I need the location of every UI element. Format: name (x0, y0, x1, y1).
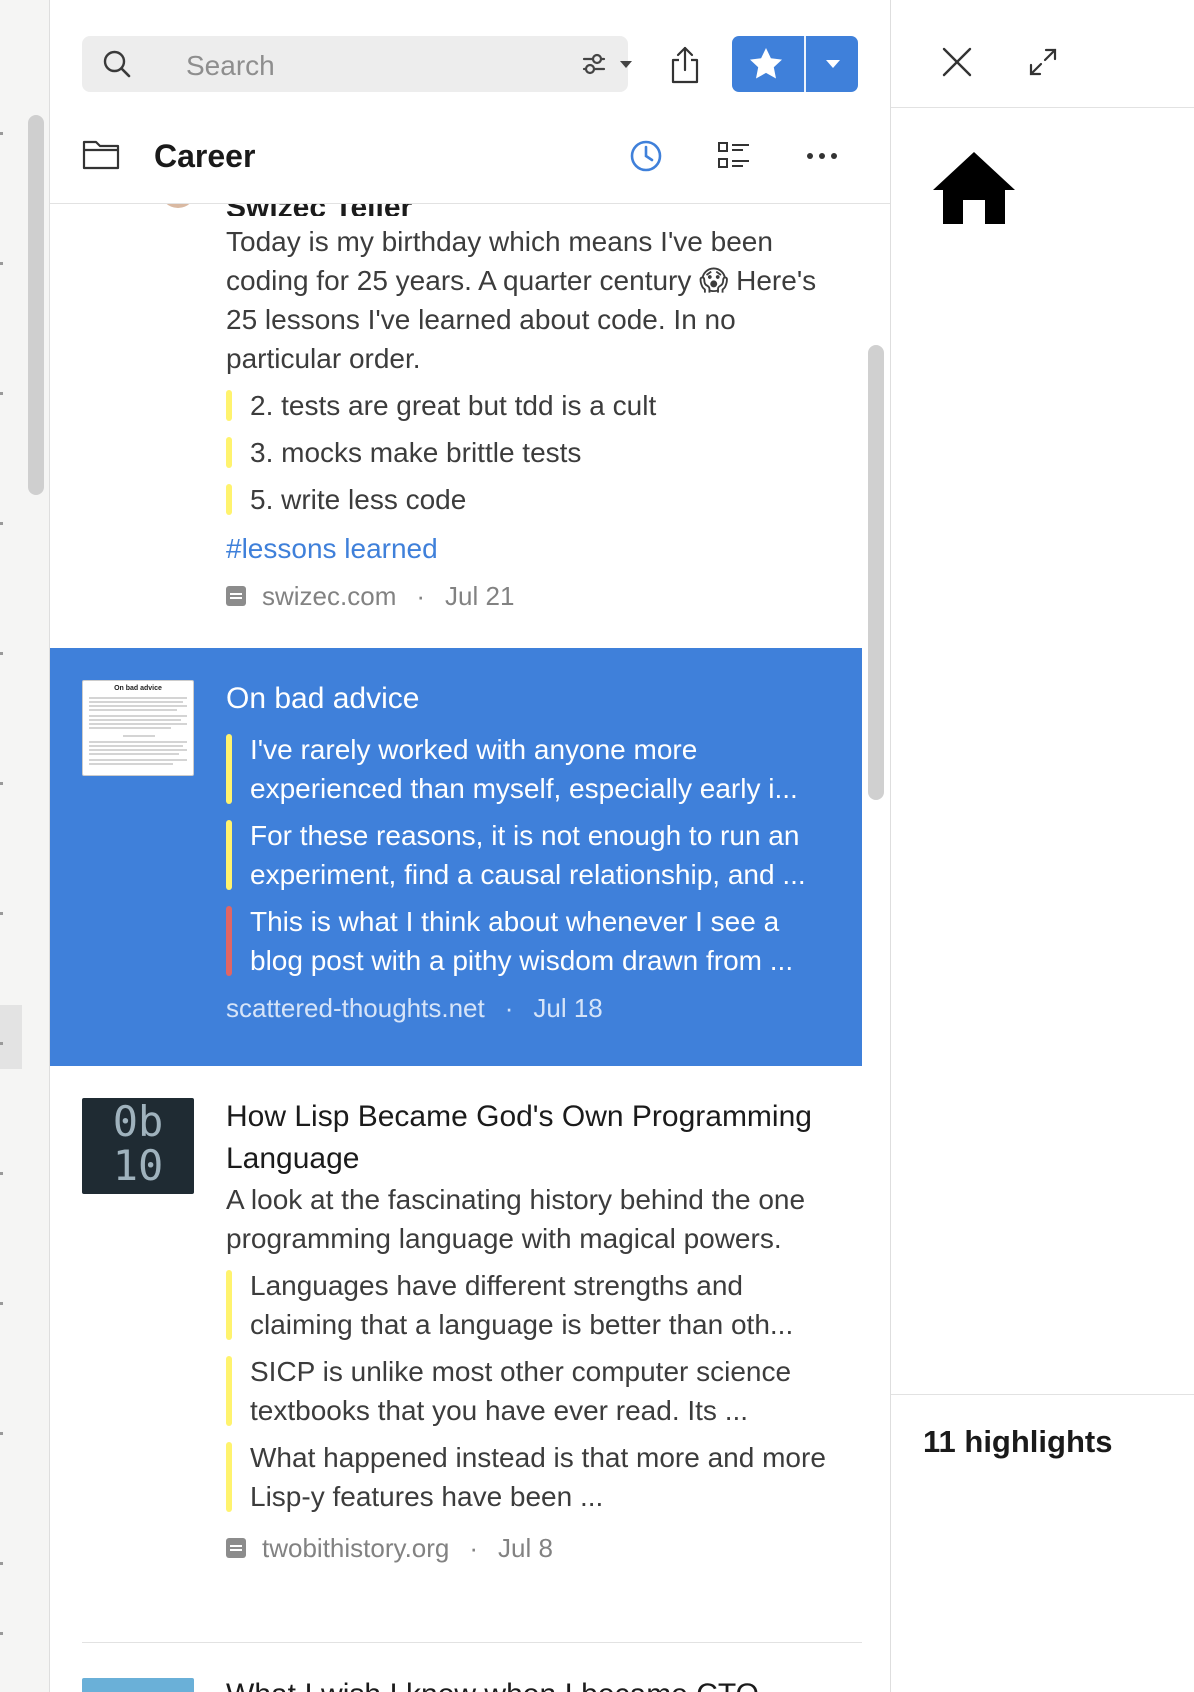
gutter-tick (0, 1562, 3, 1565)
search-icon (103, 50, 131, 78)
item-title: Swizec Teller (226, 204, 826, 216)
item-source: scattered-thoughts.net (226, 992, 485, 1023)
expand-button[interactable] (1023, 42, 1063, 82)
right-panel-divider (891, 1394, 1194, 1395)
list-item-selected[interactable]: On bad advice On bad advice I've rarely … (50, 648, 862, 1066)
item-meta: scattered-thoughts.net · Jul 18 (226, 990, 826, 1026)
thumbnail-title: On bad advice (114, 685, 162, 692)
collection-header: Career (50, 110, 890, 204)
highlight: This is what I think about whenever I se… (226, 902, 826, 980)
item-date: Jul 18 (533, 992, 603, 1023)
item-date: Jul 21 (445, 580, 515, 611)
item-date: Jul 8 (498, 1532, 553, 1563)
more-icon (807, 153, 837, 159)
highlight: 3. mocks make brittle tests (226, 433, 826, 472)
highlight: Languages have different strengths and c… (226, 1266, 826, 1344)
clock-icon (630, 140, 662, 172)
gutter-tick (0, 652, 3, 655)
highlight: For these reasons, it is not enough to r… (226, 816, 826, 894)
close-icon (942, 47, 972, 77)
highlight: 2. tests are great but tdd is a cult (226, 386, 826, 425)
sort-by-date-button[interactable] (624, 134, 668, 178)
gutter-tick (0, 782, 3, 785)
home-icon (933, 152, 1015, 224)
view-mode-button[interactable] (712, 134, 756, 178)
gutter-scrollbar[interactable] (28, 115, 44, 495)
thumbnail-text-lines (89, 697, 187, 765)
list-scrollbar[interactable] (868, 345, 884, 800)
chevron-down-icon[interactable] (826, 60, 840, 68)
list-view-icon (718, 142, 749, 168)
avatar (160, 204, 196, 208)
divider (82, 1642, 862, 1643)
article-thumbnail: 0b 10 (82, 1098, 194, 1194)
star-icon[interactable] (746, 45, 786, 83)
highlights-count: 11 highlights (923, 1424, 1113, 1459)
meta-separator: · (416, 580, 426, 611)
item-title: What I wish I knew when I became CTO (226, 1674, 826, 1692)
item-description: A look at the fascinating history behind… (226, 1184, 806, 1254)
gutter-tick (0, 1432, 3, 1435)
toolbar: Search (50, 0, 890, 100)
document-icon (226, 586, 246, 606)
search-placeholder: Search (186, 50, 275, 81)
share-icon (671, 46, 699, 84)
item-title: How Lisp Became God's Own Programming La… (226, 1100, 812, 1175)
highlight: I've rarely worked with anyone more expe… (226, 730, 826, 808)
share-button[interactable] (660, 40, 710, 90)
item-source: twobithistory.org (262, 1532, 450, 1563)
list-item[interactable]: What I wish I knew when I became CTO (50, 1674, 862, 1692)
more-options-button[interactable] (800, 134, 844, 178)
article-thumbnail: On bad advice (82, 680, 194, 776)
list-item[interactable]: 0b 10 How Lisp Became God's Own Programm… (50, 1066, 862, 1654)
thumbnail-text: 0b (112, 1098, 164, 1146)
left-gutter (0, 0, 50, 1692)
gutter-tick (0, 1302, 3, 1305)
item-meta: twobithistory.org · Jul 8 (226, 1530, 826, 1566)
gutter-tick (0, 392, 3, 395)
document-feed: Swizec Teller Today is my birthday which… (50, 204, 862, 1692)
gutter-selection (0, 1005, 22, 1069)
item-meta: swizec.com · Jul 21 (226, 578, 826, 614)
item-description: Today is my birthday which means I've be… (226, 226, 817, 374)
meta-separator: · (504, 992, 514, 1023)
item-source: swizec.com (262, 580, 397, 611)
folder-icon (82, 140, 120, 170)
expand-icon (1029, 48, 1057, 76)
highlight: SICP is unlike most other computer scien… (226, 1352, 826, 1430)
item-title: On bad advice (226, 682, 420, 715)
gutter-tick (0, 522, 3, 525)
gutter-tick (0, 912, 3, 915)
highlight: What happened instead is that more and m… (226, 1438, 826, 1516)
page-title: Career (154, 138, 256, 174)
filter-icon[interactable] (582, 49, 640, 79)
thumbnail-text: 10 (112, 1141, 164, 1190)
tag-link[interactable]: #lessons learned (226, 529, 826, 568)
split-divider (804, 36, 806, 92)
gutter-tick (0, 1042, 3, 1045)
gutter-tick (0, 262, 3, 265)
gutter-tick (0, 1172, 3, 1175)
close-button[interactable] (937, 42, 977, 82)
right-panel: 11 highlights (890, 0, 1194, 1692)
search-input[interactable]: Search (82, 36, 632, 92)
document-icon (226, 1538, 246, 1558)
article-thumbnail (82, 1678, 194, 1692)
gutter-tick (0, 132, 3, 135)
meta-separator: · (469, 1532, 479, 1563)
gutter-tick (0, 1632, 3, 1635)
list-panel: Search Career Today is my birthday which… (50, 0, 890, 1692)
highlight: 5. write less code (226, 480, 826, 519)
favorite-split-button[interactable] (732, 36, 858, 92)
right-panel-toolbar (891, 0, 1194, 108)
